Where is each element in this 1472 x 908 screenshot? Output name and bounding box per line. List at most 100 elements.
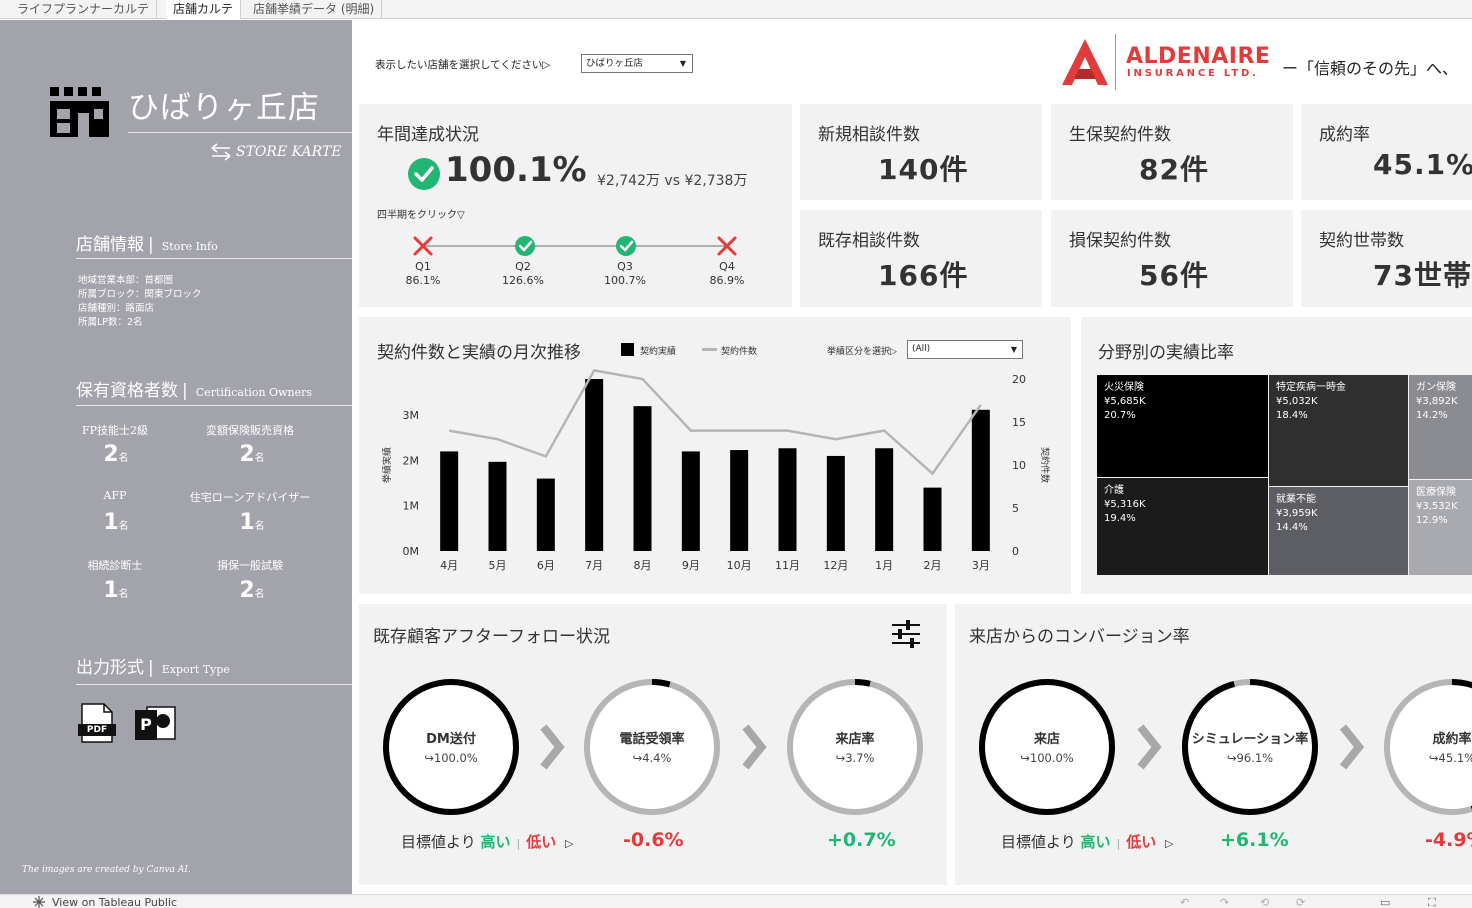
kpi-value: 45.1% [1373, 148, 1472, 181]
kpi-value: 140件 [878, 153, 969, 186]
store-select-dropdown[interactable]: ひばりヶ丘店 ▼ [581, 54, 693, 73]
fullscreen-icon[interactable]: ⛶ [1428, 896, 1436, 908]
q3-check-icon [616, 236, 636, 256]
divider [128, 132, 352, 133]
treemap-cell-fire[interactable]: 火災保険 ¥5,685K 20.7% [1097, 375, 1268, 477]
y-left-tick: 0M [403, 545, 420, 558]
category-ratio-card: 分野別の実績比率 火災保険 ¥5,685K 20.7% 特定疾病一時金 ¥5,032K… [1081, 317, 1472, 594]
undo-icon[interactable]: ↶ [1180, 896, 1207, 908]
redo-icon[interactable]: ↷ [1220, 896, 1229, 908]
quarter-hint: 四半期をクリック▽ [377, 210, 465, 221]
store-info-line: 所属LP数：2名 [78, 317, 143, 328]
x-tick: 12月 [823, 559, 848, 572]
conversion-title: 来店からのコンバージョン率 [969, 627, 1190, 647]
export-title: 出力形式 | Export Type [76, 658, 230, 678]
target-comparison: 目標値より 高い | 低い ▷ [401, 833, 574, 851]
store-info-line: 地域営業本部：首都圏 [78, 275, 174, 286]
annual-amounts: ¥2,742万 vs ¥2,738万 [597, 173, 748, 189]
ring-track [1384, 679, 1472, 815]
divider [76, 405, 352, 406]
brand-name: ALDENAIRE [1126, 44, 1271, 69]
export-pdf-button[interactable]: PDF [78, 703, 116, 743]
tab-lifeplanner-karte[interactable]: ライフプランナーカルテ [10, 0, 158, 19]
y-right-axis-label: 契約件数 [1039, 447, 1051, 483]
tab-store-karte[interactable]: 店舗カルテ [166, 0, 242, 19]
divider [76, 258, 352, 259]
forward-icon[interactable]: ⟳ [1296, 896, 1305, 908]
treemap-cell-medical[interactable]: 医療保険 ¥3,532K 12.9% [1409, 480, 1472, 575]
treemap-cell-critical-illness[interactable]: 特定疾病一時金 ¥5,032K 18.4% [1269, 375, 1408, 486]
tab-store-data-detail[interactable]: 店舗挙績データ (明細) [246, 0, 383, 19]
cert-label: 相続診断士 [87, 559, 143, 572]
kpi-title: 新規相談件数 [818, 125, 920, 145]
kpi-title: 既存相談件数 [818, 231, 920, 251]
quarter-q4[interactable]: Q4 86.9% [697, 260, 757, 288]
bar-3月 [971, 409, 990, 551]
kpi-existing-consultations: 既存相談件数 166件 [800, 210, 1042, 307]
delta-simulation: +6.1% [1220, 829, 1289, 851]
chevron-right-icon [540, 724, 565, 770]
ring-value: ↪4.4% [633, 751, 672, 765]
x-tick: 11月 [775, 559, 800, 572]
kpi-value: 73世帯 [1373, 259, 1472, 292]
x-tick: 9月 [682, 559, 700, 572]
conversion-rings: 来店 ↪100.0% シミュレーション率 ↪96.1% 成約率 ↪45.1% [979, 679, 1472, 815]
cert-count: 1名 [103, 510, 129, 535]
x-tick: 2月 [924, 559, 942, 572]
x-tick: 3月 [972, 559, 990, 572]
ring-title: DM送付 [426, 731, 476, 747]
export-ppt-button[interactable]: P [135, 705, 177, 743]
share-icon[interactable]: ▭ [1380, 896, 1390, 908]
ring-title: シミュレーション率 [1192, 731, 1308, 747]
quarter-q1[interactable]: Q1 86.1% [393, 260, 453, 288]
ring-title: 成約率 [1432, 731, 1471, 747]
x-tick: 1月 [875, 559, 893, 572]
kpi-title: 成約率 [1319, 125, 1370, 145]
kpi-life-contracts: 生保契約件数 82件 [1051, 104, 1293, 200]
store-select-value: ひばりヶ丘店 [586, 58, 644, 69]
contract-count-line [448, 369, 982, 476]
filter-sliders-icon[interactable] [891, 619, 921, 649]
quarter-q3[interactable]: Q3 100.7% [595, 260, 655, 288]
kpi-title: 損保契約件数 [1069, 231, 1171, 251]
annual-title: 年間達成状況 [377, 125, 479, 145]
cert-label: AFP [103, 489, 127, 502]
pdf-icon [78, 703, 116, 743]
target-comparison: 目標値より 高い | 低い ▷ [1001, 833, 1174, 851]
followup-rings: DM送付 ↪100.0% 電話受領率 ↪4.4% 来店率 ↪3.7% [383, 679, 923, 815]
treemap-cell-disability[interactable]: 就業不能 ¥3,959K 14.4% [1269, 487, 1408, 575]
quarter-q2[interactable]: Q2 126.6% [493, 260, 553, 288]
followup-title: 既存顧客アフターフォロー状況 [373, 627, 610, 647]
cert-count: 1名 [239, 510, 265, 535]
store-icon [50, 87, 109, 137]
treemap-cell-cancer[interactable]: ガン保険 ¥3,892K 14.2% [1409, 375, 1472, 479]
check-circle-icon [408, 158, 440, 190]
treemap-cell-nursing[interactable]: 介護 ¥5,316K 19.4% [1097, 478, 1268, 575]
store-info-title: 店舗情報 | Store Info [76, 235, 218, 255]
cert-label: 住宅ローンアドバイザー [189, 491, 311, 504]
view-on-tableau-link[interactable]: View on Tableau Public [52, 896, 177, 908]
ring-title: 来店率 [834, 731, 874, 747]
y-right-tick: 15 [1012, 416, 1026, 429]
chevron-right-icon [1137, 724, 1162, 770]
y-right-tick: 10 [1012, 459, 1026, 472]
kpi-title: 生保契約件数 [1069, 125, 1171, 145]
y-left-tick: 3M [403, 409, 420, 422]
x-tick: 6月 [537, 559, 555, 572]
y-right-tick: 0 [1012, 545, 1019, 558]
brand-logo-icon [1062, 39, 1108, 85]
monthly-chart: 0M 1M 2M 3M 0 5 10 15 20 挙績実績 契約件数 4月 5月 6月 7月 8月 9月 10月 1… [381, 369, 1051, 572]
annual-achievement-card: 年間達成状況 100.1% ¥2,742万 vs ¥2,738万 四半期をクリッ… [359, 104, 792, 307]
q2-check-icon [515, 236, 535, 256]
annual-rate: 100.1% [445, 150, 587, 190]
sidebar: ひばりヶ丘店 STORE KARTE 店舗情報 | Store Info 地域営業本… [0, 20, 352, 894]
swap-arrows-icon [211, 143, 231, 161]
bar-2月 [923, 487, 942, 551]
x-tick: 8月 [634, 559, 652, 572]
x-tick: 10月 [727, 559, 752, 572]
store-info-line: 店舗種別：路面店 [78, 303, 155, 314]
bar-1月 [875, 448, 894, 551]
pdf-label: PDF [86, 725, 108, 735]
quarter-timeline [413, 236, 737, 256]
revert-icon[interactable]: ⟲ [1260, 896, 1269, 908]
